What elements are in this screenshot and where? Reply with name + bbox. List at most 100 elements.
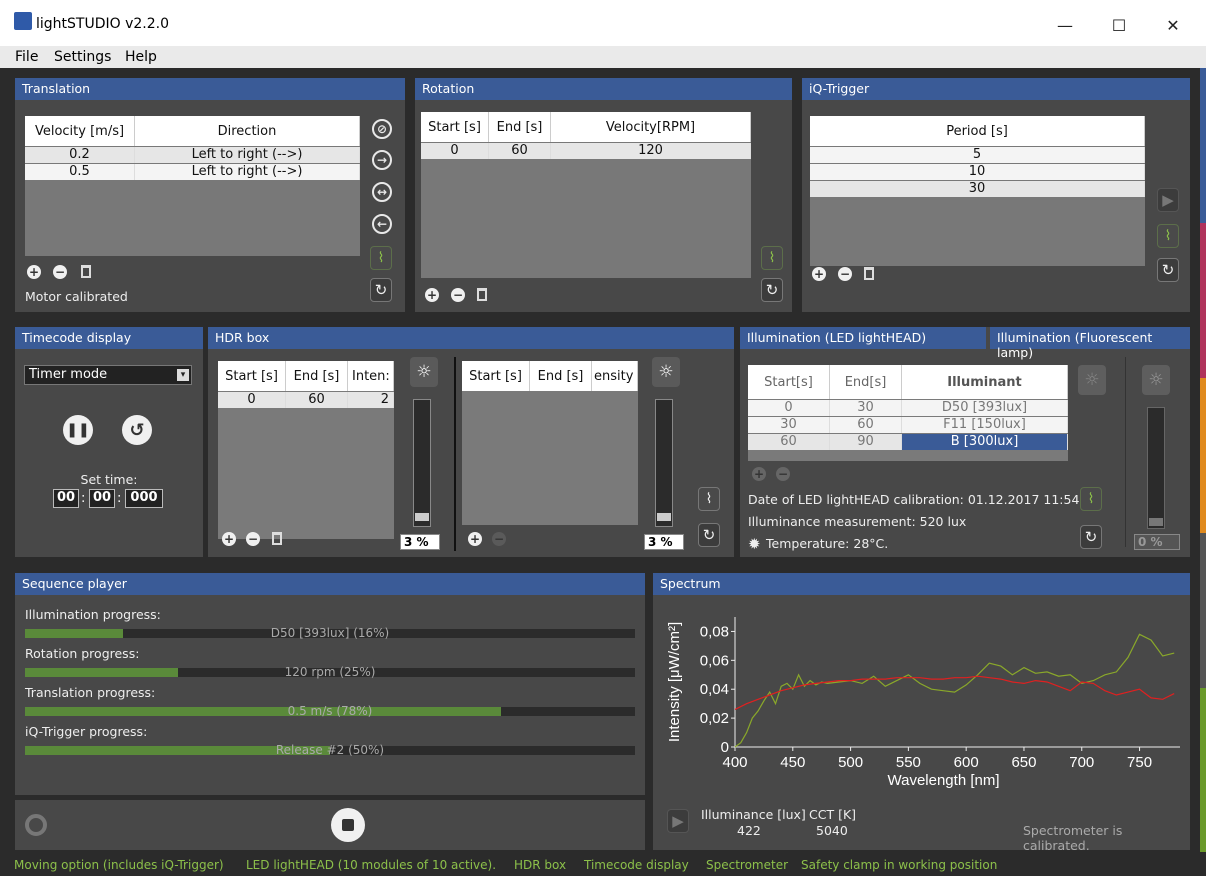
table-row[interactable]: 0 30 D50 [393lux]	[748, 400, 1068, 416]
minimize-button[interactable]: —	[1042, 10, 1088, 40]
iq-trigger-table[interactable]: Period [s] 5 10 30	[810, 116, 1145, 266]
slider-handle[interactable]	[415, 512, 429, 521]
remove-icon[interactable]: −	[776, 467, 790, 481]
clip-icon[interactable]: ⌇	[698, 487, 720, 511]
add-icon[interactable]: +	[27, 265, 41, 279]
arrow-left-icon[interactable]: ←	[372, 214, 392, 234]
remove-icon[interactable]: −	[838, 267, 852, 281]
bulb-icon[interactable]: ☼	[1078, 365, 1106, 395]
hdr-right-value[interactable]: 3 %	[644, 534, 684, 550]
column-header[interactable]: End [s]	[286, 361, 348, 391]
reset-button[interactable]: ↺	[122, 415, 152, 445]
arrows-both-icon[interactable]: ↔	[372, 182, 392, 202]
menu-settings[interactable]: Settings	[54, 49, 111, 65]
stop-button[interactable]	[331, 808, 365, 842]
hdr-panel: HDR box Start [s] End [s] Inten: 0 60 2 …	[208, 327, 734, 557]
hdr-right-slider[interactable]	[655, 399, 673, 527]
compass-icon[interactable]: ⊘	[372, 119, 392, 139]
add-icon[interactable]: +	[222, 532, 236, 546]
column-header[interactable]: End [s]	[489, 112, 551, 142]
rotation-panel: Rotation Start [s] End [s] Velocity[RPM]…	[415, 78, 792, 312]
menu-file[interactable]: File	[15, 49, 38, 65]
clip-icon[interactable]: ⌇	[1080, 487, 1102, 511]
close-button[interactable]: ✕	[1150, 10, 1196, 40]
table-cell: 60	[286, 392, 348, 408]
refresh-icon[interactable]: ↻	[761, 278, 783, 302]
table-row[interactable]: 0.5 Left to right (-->)	[25, 164, 360, 180]
timer-mode-value: Timer mode	[29, 367, 108, 382]
menu-help[interactable]: Help	[125, 49, 157, 65]
illumination-table[interactable]: Start[s] End[s] Illuminant 0 30 D50 [393…	[748, 365, 1068, 461]
illuminance-measurement: Illuminance measurement: 520 lux	[748, 514, 967, 529]
hdr-left-table[interactable]: Start [s] End [s] Inten: 0 60 2	[218, 361, 394, 539]
bulb-icon[interactable]: ☼	[652, 357, 680, 387]
column-header[interactable]: ensity	[592, 361, 638, 391]
column-header[interactable]: Start[s]	[748, 365, 830, 399]
trash-icon[interactable]	[477, 288, 487, 301]
hdr-right-table[interactable]: Start [s] End [s] ensity	[462, 361, 638, 525]
column-header[interactable]: Velocity[RPM]	[551, 112, 751, 142]
fluorescent-slider[interactable]	[1147, 407, 1165, 529]
refresh-icon[interactable]: ↻	[1080, 525, 1102, 549]
table-row[interactable]: 0 60 120	[421, 143, 751, 159]
column-header[interactable]: Start [s]	[462, 361, 530, 391]
bulb-icon[interactable]: ☼	[410, 357, 438, 387]
trash-icon[interactable]	[864, 267, 874, 280]
column-header[interactable]: Inten:	[348, 361, 394, 391]
table-row[interactable]: 0 60 2	[218, 392, 394, 408]
table-row[interactable]: 60 90 B [300lux]	[748, 434, 1068, 450]
column-header[interactable]: End [s]	[530, 361, 592, 391]
trash-icon[interactable]	[81, 265, 91, 278]
remove-icon[interactable]: −	[53, 265, 67, 279]
minutes-field[interactable]: 00	[89, 489, 115, 508]
trash-icon[interactable]	[272, 532, 282, 545]
remove-icon[interactable]: −	[246, 532, 260, 546]
refresh-icon[interactable]: ↻	[1157, 258, 1179, 282]
arrow-right-icon[interactable]: →	[372, 150, 392, 170]
refresh-icon[interactable]: ↻	[370, 278, 392, 302]
remove-icon[interactable]: −	[451, 288, 465, 302]
add-icon[interactable]: +	[468, 532, 482, 546]
hdr-left-slider[interactable]	[413, 399, 431, 527]
remove-icon[interactable]: −	[492, 532, 506, 546]
table-row[interactable]: 30 60 F11 [150lux]	[748, 417, 1068, 433]
fluorescent-bulb-icon[interactable]: ☼	[1142, 365, 1170, 395]
column-header[interactable]: Direction	[135, 116, 360, 146]
sequence-title: Sequence player	[15, 573, 645, 595]
add-icon[interactable]: +	[812, 267, 826, 281]
rotation-table[interactable]: Start [s] End [s] Velocity[RPM] 0 60 120	[421, 112, 751, 278]
clip-icon[interactable]: ⌇	[1157, 224, 1179, 248]
tab-fluorescent-lamp[interactable]: Illumination (Fluorescent lamp)	[990, 327, 1190, 360]
fluorescent-value[interactable]: 0 %	[1134, 534, 1180, 550]
x-tick-label: 700	[1069, 754, 1094, 771]
column-header[interactable]: Period [s]	[810, 116, 1145, 146]
column-header[interactable]: Illuminant	[902, 365, 1068, 399]
column-header[interactable]: Velocity [m/s]	[25, 116, 135, 146]
play-icon[interactable]: ▶	[667, 809, 689, 833]
hours-field[interactable]: 00	[53, 489, 79, 508]
milliseconds-field[interactable]: 000	[125, 489, 163, 508]
table-row[interactable]: 5	[810, 147, 1145, 163]
slider-handle[interactable]	[1149, 518, 1163, 526]
play-icon[interactable]: ▶	[1157, 188, 1179, 212]
clip-icon[interactable]: ⌇	[370, 246, 392, 270]
hdr-left-value[interactable]: 3 %	[400, 534, 440, 550]
maximize-button[interactable]: ☐	[1096, 10, 1142, 40]
column-header[interactable]: Start [s]	[421, 112, 489, 142]
table-row[interactable]: 30	[810, 181, 1145, 197]
spectrum-title: Spectrum	[653, 573, 1190, 595]
timer-mode-select[interactable]: Timer mode ▾	[24, 365, 192, 385]
table-row[interactable]: 10	[810, 164, 1145, 180]
tab-led-lighthead[interactable]: Illumination (LED lightHEAD)	[740, 327, 986, 349]
slider-handle[interactable]	[657, 512, 671, 521]
pause-button[interactable]: ❚❚	[63, 415, 93, 445]
column-header[interactable]: End[s]	[830, 365, 902, 399]
column-header[interactable]: Start [s]	[218, 361, 286, 391]
add-icon[interactable]: +	[752, 467, 766, 481]
clip-icon[interactable]: ⌇	[761, 246, 783, 270]
table-cell: 30	[810, 181, 1145, 197]
translation-table[interactable]: Velocity [m/s] Direction 0.2 Left to rig…	[25, 116, 360, 256]
add-icon[interactable]: +	[425, 288, 439, 302]
table-row[interactable]: 0.2 Left to right (-->)	[25, 147, 360, 163]
refresh-icon[interactable]: ↻	[698, 523, 720, 547]
